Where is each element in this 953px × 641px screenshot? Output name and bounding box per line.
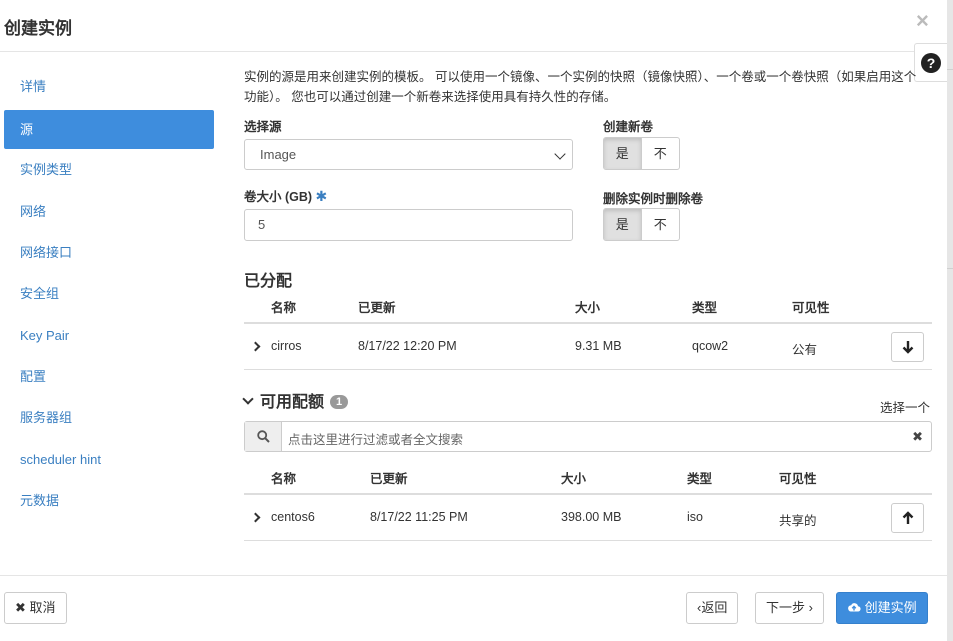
row-size: 398.00 MB [561, 510, 622, 524]
sidebar-item-key-pair[interactable]: Key Pair [4, 316, 214, 355]
chevron-down-icon [242, 393, 254, 405]
next-label: 下一步 [766, 600, 806, 615]
available-header-size: 大小 [561, 472, 587, 486]
allocated-header-updated: 已更新 [358, 301, 396, 315]
row-type: iso [687, 510, 703, 524]
available-header-visibility: 可见性 [779, 472, 817, 486]
chevron-right-icon[interactable] [250, 512, 261, 523]
scrollbar-thumb[interactable] [947, 69, 953, 269]
create-volume-toggle: 是 不 [603, 137, 680, 170]
allocated-header-name: 名称 [271, 301, 297, 315]
delete-volume-yes[interactable]: 是 [604, 209, 642, 240]
create-volume-yes[interactable]: 是 [604, 138, 642, 169]
back-label: 返回 [701, 600, 728, 615]
source-description: 实例的源是用来创建实例的模板。 可以使用一个镜像、一个实例的快照（镜像快照）、一… [244, 70, 917, 104]
row-updated: 8/17/22 11:25 PM [370, 510, 468, 524]
search-addon [245, 422, 282, 451]
select-source-label: 选择源 [244, 120, 282, 134]
arrow-down-icon [902, 341, 914, 354]
delete-volume-toggle: 是 不 [603, 208, 680, 241]
modal-title: 创建实例 [4, 19, 72, 38]
cancel-button[interactable]: ✖ 取消 [4, 592, 67, 624]
volume-size-label-text: 卷大小 (GB) [244, 190, 313, 204]
sidebar-item-network-ports[interactable]: 网络接口 [4, 233, 214, 272]
available-count-badge: 1 [330, 395, 349, 409]
required-asterisk: ✱ [315, 188, 328, 204]
sidebar-item-details[interactable]: 详情 [4, 67, 214, 106]
allocate-button[interactable] [891, 503, 924, 533]
filter-placeholder: 点击这里进行过滤或者全文搜索 [288, 433, 464, 447]
volume-size-input[interactable]: 5 [244, 209, 573, 241]
row-name: cirros [271, 339, 302, 353]
available-title-text: 可用配额 [260, 394, 325, 411]
question-icon: ? [921, 53, 941, 73]
delete-volume-no[interactable]: 不 [642, 209, 680, 240]
table-row: centos6 8/17/22 11:25 PM 398.00 MB iso 共… [244, 493, 932, 541]
available-header-name: 名称 [271, 472, 297, 486]
close-icon[interactable]: × [916, 10, 929, 32]
row-updated: 8/17/22 12:20 PM [358, 339, 457, 353]
row-type: qcow2 [692, 339, 729, 353]
next-button[interactable]: 下一步 › [755, 592, 824, 624]
row-size: 9.31 MB [575, 339, 622, 353]
create-instance-label: 创建实例 [864, 600, 917, 615]
modal-footer: ✖ 取消 ‹返回 下一步 › 创建实例 [0, 575, 947, 641]
create-volume-label: 创建新卷 [603, 120, 654, 134]
filter-search-bar[interactable]: 点击这里进行过滤或者全文搜索 ✖ [244, 421, 932, 452]
chevron-down-icon [554, 148, 566, 160]
sidebar-item-metadata[interactable]: 元数据 [4, 481, 214, 520]
table-row: cirros 8/17/22 12:20 PM 9.31 MB qcow2 公有 [244, 322, 932, 370]
clear-filter-icon[interactable]: ✖ [912, 429, 923, 445]
chevron-right-icon[interactable] [250, 341, 261, 352]
modal-header: 创建实例 × [0, 0, 947, 52]
allocated-header-type: 类型 [692, 301, 718, 315]
sidebar-item-security-groups[interactable]: 安全组 [4, 274, 214, 313]
available-header-updated: 已更新 [370, 472, 408, 486]
cloud-upload-icon [848, 603, 861, 612]
select-source-value: Image [260, 147, 297, 162]
select-source-dropdown[interactable]: Image [244, 139, 573, 170]
available-header-type: 类型 [687, 472, 713, 486]
available-title[interactable]: 可用配额 1 [242, 388, 349, 412]
row-visibility: 公有 [792, 343, 818, 357]
allocated-header-size: 大小 [575, 301, 601, 315]
sidebar-item-server-groups[interactable]: 服务器组 [4, 398, 214, 437]
create-instance-modal: 创建实例 × ? 详情 源 实例类型 网络 网络接口 安全组 Key Pair … [0, 0, 947, 641]
row-name: centos6 [271, 510, 315, 524]
arrow-up-icon [902, 511, 914, 524]
scrollbar-track[interactable] [947, 0, 953, 641]
sidebar-item-configuration[interactable]: 配置 [4, 357, 214, 396]
sidebar-item-networks[interactable]: 网络 [4, 192, 214, 231]
create-volume-no[interactable]: 不 [642, 138, 680, 169]
deallocate-button[interactable] [891, 332, 924, 362]
allocated-title: 已分配 [244, 273, 293, 290]
cancel-label: 取消 [29, 600, 56, 615]
sidebar-item-source[interactable]: 源 [4, 110, 214, 149]
volume-size-label: 卷大小 (GB) ✱ [244, 186, 327, 205]
chevron-right-icon: › [808, 600, 813, 615]
back-button[interactable]: ‹返回 [686, 592, 739, 624]
close-icon: ✖ [15, 600, 26, 615]
create-instance-button[interactable]: 创建实例 [836, 592, 928, 624]
row-visibility: 共享的 [779, 514, 817, 528]
sidebar-item-flavor[interactable]: 实例类型 [4, 150, 214, 189]
pick-one-hint: 选择一个 [880, 401, 931, 415]
sidebar-item-scheduler-hint[interactable]: scheduler hint [4, 440, 214, 479]
search-icon [257, 430, 270, 443]
allocated-header-visibility: 可见性 [792, 301, 830, 315]
delete-volume-label: 删除实例时删除卷 [603, 192, 704, 206]
